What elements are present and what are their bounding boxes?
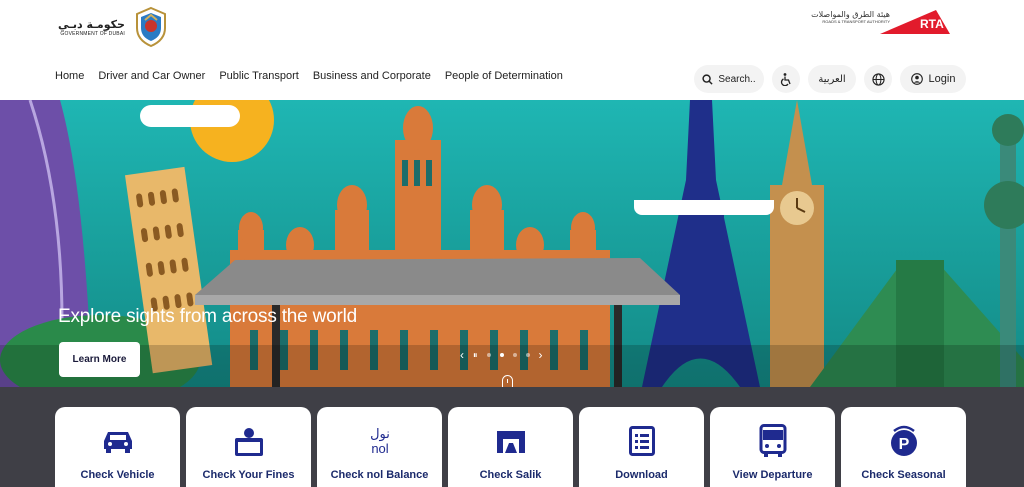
gov-logo-arabic: حكومـة دبـي [58,17,125,31]
search-dropdown-edge [634,200,774,215]
carousel-prev-button[interactable]: ‹ [460,349,464,361]
salik-gate-icon [494,424,528,458]
accessibility-button[interactable] [772,65,800,93]
cloud-icon [140,105,240,127]
hero-caption: Explore sights from across the world [58,306,358,327]
rta-mark-text: RTA [920,17,944,31]
carousel-pause-button[interactable]: ⏸ [473,349,478,361]
gov-logo-english: GOVERNMENT OF DUBAI [60,30,125,37]
globe-button[interactable] [864,65,892,93]
service-card-check-nol-balance[interactable]: نول nol Check nol Balance [317,407,442,487]
service-label: Check Seasonal [861,469,946,481]
login-label: Login [928,73,956,85]
fines-icon [232,424,266,458]
carousel-dot-active[interactable] [499,353,504,357]
gov-logo-text: حكومـة دبـي GOVERNMENT OF DUBAI [58,18,125,37]
service-card-check-seasonal[interactable]: P Check Seasonal [841,407,966,487]
service-card-download[interactable]: Download [579,407,704,487]
search-label: Search.. [718,73,756,85]
carousel-dot[interactable] [486,353,491,357]
carousel-controls: ‹ ⏸ › [460,349,543,361]
nav-people-of-determination[interactable]: People of Determination [445,70,563,82]
dubai-emblem-icon [135,6,166,48]
service-label: View Departure [732,469,813,481]
service-card-check-vehicle[interactable]: Check Vehicle [55,407,180,487]
document-list-icon [625,424,659,458]
carousel-dot[interactable] [512,353,517,357]
nav-driver-and-car-owner[interactable]: Driver and Car Owner [98,70,205,82]
search-button[interactable]: Search.. [694,65,764,93]
parking-icon: P [887,424,921,458]
carousel-next-button[interactable]: › [539,349,543,361]
globe-icon [871,72,885,86]
svg-text:nol: nol [371,441,388,456]
login-button[interactable]: Login [900,65,966,93]
search-icon [702,73,713,85]
service-label: Check Salik [479,469,542,481]
user-icon [910,73,923,85]
service-label: Check Vehicle [80,469,155,481]
hero-banner [0,100,1024,387]
service-label: Check Your Fines [202,469,295,481]
rta-mark-icon: RTA [880,10,950,34]
service-label: Check nol Balance [330,469,429,481]
bus-icon [756,424,790,458]
wheelchair-icon [780,72,791,86]
world-landmarks-illustration [0,100,1024,387]
government-of-dubai-logo[interactable]: حكومـة دبـي GOVERNMENT OF DUBAI [58,6,178,48]
service-card-check-your-fines[interactable]: Check Your Fines [186,407,311,487]
site-header: حكومـة دبـي GOVERNMENT OF DUBAI هيئة الط… [0,0,1024,100]
service-card-view-departure[interactable]: View Departure [710,407,835,487]
rta-logo[interactable]: هيئة الطرق والمواصلات ROADS & TRANSPORT … [806,6,952,36]
nav-business-and-corporate[interactable]: Business and Corporate [313,70,431,82]
service-card-check-salik[interactable]: Check Salik [448,407,573,487]
language-button[interactable]: العربية [808,65,856,93]
car-icon [101,424,135,458]
service-cards: Check Vehicle Check Your Fines نول nol C… [55,407,966,487]
nav-home[interactable]: Home [55,70,84,82]
nol-card-icon: نول nol [363,424,397,458]
nav-public-transport[interactable]: Public Transport [219,70,298,82]
main-navigation: Home Driver and Car Owner Public Transpo… [55,70,563,82]
svg-text:نول: نول [370,427,390,442]
learn-more-button[interactable]: Learn More [59,342,140,377]
service-label: Download [615,469,668,481]
header-tools: Search.. العربية Login [694,65,966,93]
svg-text:P: P [898,436,909,453]
carousel-dot[interactable] [525,353,530,357]
